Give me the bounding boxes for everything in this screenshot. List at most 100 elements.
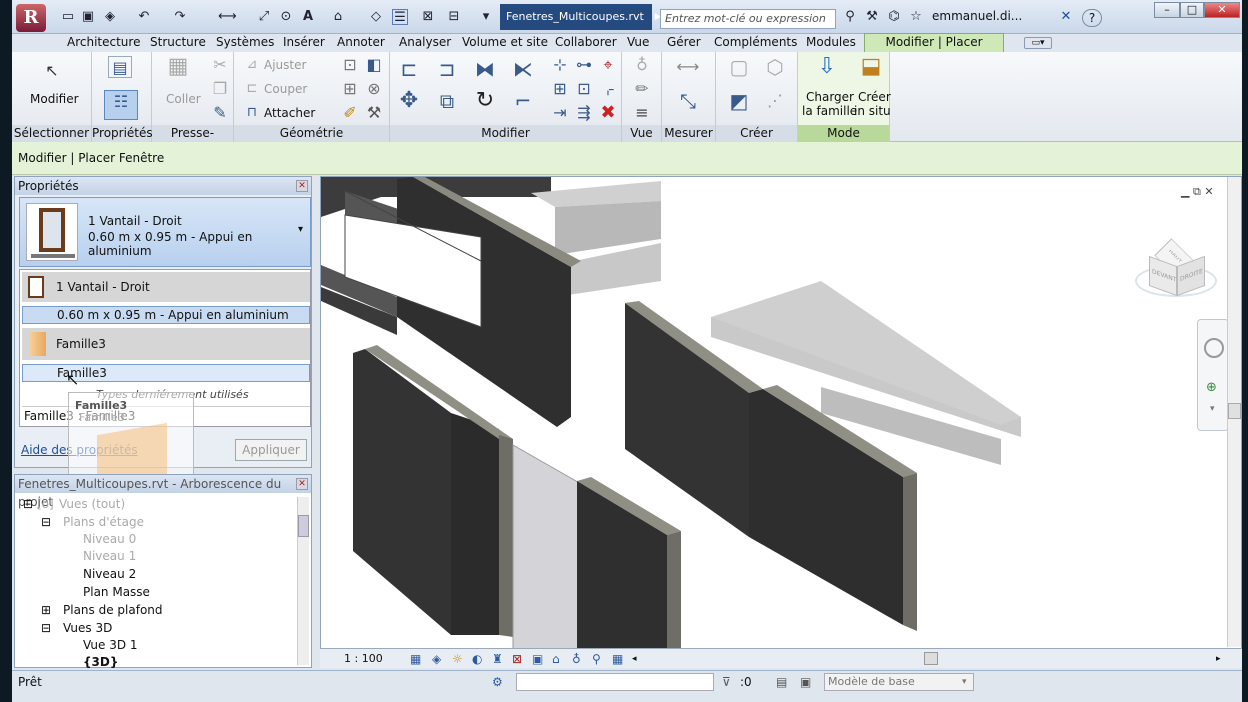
- tree-item-ceiling[interactable]: Plans de plafond: [63, 603, 163, 617]
- mirror-draw-icon[interactable]: ⧔: [508, 58, 538, 80]
- tree-item-views[interactable]: Vues (tout): [59, 497, 125, 511]
- trim-multiple-icon[interactable]: ⇶: [572, 102, 596, 124]
- couper-button[interactable]: Couper: [264, 82, 307, 96]
- move-icon[interactable]: ✥: [394, 90, 424, 112]
- in-place-label-1[interactable]: Créer: [858, 90, 891, 104]
- maximize-button[interactable]: □: [1180, 2, 1204, 18]
- tab-systems[interactable]: Systèmes: [216, 34, 274, 52]
- create-assembly-icon[interactable]: ▢: [724, 56, 754, 78]
- render-icon[interactable]: ♜: [492, 649, 503, 669]
- crop-view-icon[interactable]: ⊠: [512, 649, 522, 669]
- tree-item-site[interactable]: Plan Masse: [83, 585, 150, 599]
- shadows-icon[interactable]: ◐: [472, 649, 482, 669]
- binoculars-icon[interactable]: ⚲: [842, 9, 858, 25]
- delete-icon[interactable]: ✖: [596, 102, 620, 124]
- linework-view-icon[interactable]: ≡: [630, 102, 654, 124]
- type-dropdown-arrow-icon[interactable]: ▾: [298, 224, 303, 235]
- split-icon[interactable]: ⊹: [548, 54, 572, 76]
- demolish-icon[interactable]: ⊗: [362, 78, 386, 100]
- crop-region-icon[interactable]: ▣: [532, 649, 543, 669]
- username[interactable]: emmanuel.di...: [932, 9, 1022, 23]
- tab-modules[interactable]: Modules: [806, 34, 856, 52]
- create-similar-icon[interactable]: ⋰: [760, 90, 790, 112]
- undo-icon[interactable]: ↶: [136, 9, 152, 25]
- tab-view[interactable]: Vue: [627, 34, 649, 52]
- visual-style-icon[interactable]: ◈: [432, 649, 441, 669]
- tab-modify-place-window[interactable]: Modifier | Placer Fenêtre: [864, 33, 1004, 66]
- sun-path-icon[interactable]: ☼: [452, 649, 463, 669]
- ajuster-button[interactable]: Ajuster: [264, 58, 306, 72]
- qat-dropdown-icon[interactable]: ▾: [478, 9, 494, 25]
- save-icon[interactable]: ▣: [80, 9, 96, 25]
- tree-item-3d-views[interactable]: Vues 3D: [63, 621, 112, 635]
- view-vertical-scrollbar[interactable]: [1227, 177, 1241, 647]
- subscription-icon[interactable]: ⚒: [864, 9, 880, 25]
- tree-collapse-icon[interactable]: ⊟: [41, 515, 51, 529]
- tree-collapse-icon[interactable]: ⊟: [41, 621, 51, 635]
- close-properties-icon[interactable]: ✕: [296, 180, 308, 192]
- modify-button[interactable]: Modifier: [30, 92, 79, 106]
- offset-icon[interactable]: ⊐: [432, 58, 462, 80]
- tab-architecture[interactable]: Architecture: [67, 34, 140, 52]
- tab-insert[interactable]: Insérer: [283, 34, 325, 52]
- tab-analyze[interactable]: Analyser: [399, 34, 451, 52]
- tab-collaborate[interactable]: Collaborer: [555, 34, 617, 52]
- 3d-view-canvas[interactable]: HAUT DEVANT DROITE ▁ ⧉ ✕ ⊕ ▾: [320, 176, 1242, 666]
- browser-scrollbar[interactable]: [297, 497, 309, 665]
- lightbulb-icon[interactable]: ♁: [630, 54, 654, 76]
- tab-structure[interactable]: Structure: [150, 34, 206, 52]
- view-restore-icon[interactable]: ⧉: [1193, 185, 1201, 198]
- type-option-1[interactable]: 0.60 m x 0.95 m - Appui en aluminium: [22, 306, 310, 324]
- application-menu-button[interactable]: R: [16, 4, 46, 32]
- measure-icon[interactable]: ⟷: [218, 9, 237, 25]
- analytical-icon[interactable]: ▦: [612, 649, 623, 669]
- nav-dropdown-icon[interactable]: ▾: [1210, 404, 1215, 414]
- create-group-icon[interactable]: ◩: [724, 90, 754, 112]
- communication-icon[interactable]: ⌬: [886, 9, 902, 25]
- filter-icon[interactable]: ⊽: [722, 671, 731, 693]
- hammer-icon[interactable]: ⚒: [362, 102, 386, 124]
- pin-icon[interactable]: ⌌: [596, 78, 620, 100]
- text-icon[interactable]: A: [300, 9, 316, 25]
- switch-windows-icon[interactable]: ⊟: [446, 9, 462, 25]
- linework-icon[interactable]: ✐: [338, 102, 362, 124]
- view-close-icon[interactable]: ✕: [1204, 185, 1213, 198]
- copy-icon[interactable]: ❐: [208, 78, 232, 100]
- load-family-icon[interactable]: ⇩: [812, 56, 842, 78]
- type-properties-icon[interactable]: ▤: [108, 56, 132, 78]
- load-family-label-2[interactable]: la famille: [802, 104, 857, 118]
- tree-item-floor-plans[interactable]: Plans d'étage: [63, 515, 144, 529]
- reveal-hidden-icon[interactable]: ⚲: [592, 649, 601, 669]
- split-face-icon[interactable]: ⊡: [338, 54, 362, 76]
- search-input[interactable]: Entrez mot-clé ou expression: [660, 9, 836, 29]
- tab-addins[interactable]: Compléments: [714, 34, 797, 52]
- open-icon[interactable]: ▭: [60, 9, 76, 25]
- sync-icon[interactable]: ◈: [102, 9, 118, 25]
- paint-icon[interactable]: ◧: [362, 54, 386, 76]
- panel-title-select[interactable]: Sélectionner: [12, 125, 91, 142]
- unpin-icon[interactable]: ⌖: [596, 54, 620, 76]
- create-parts-icon[interactable]: ⬡: [760, 56, 790, 78]
- tab-massing[interactable]: Volume et site: [462, 34, 548, 52]
- steering-wheel-icon[interactable]: [1204, 338, 1224, 358]
- trim-icon[interactable]: ⌐: [508, 90, 538, 112]
- tab-manage[interactable]: Gérer: [667, 34, 701, 52]
- paste-button[interactable]: Coller: [166, 92, 201, 106]
- exchange-x-icon[interactable]: ✕: [1058, 9, 1074, 25]
- tree-collapse-icon[interactable]: ⊟: [23, 497, 33, 511]
- section-icon[interactable]: ◇: [368, 9, 384, 25]
- copy-elements-icon[interactable]: ⧉: [432, 90, 462, 112]
- tree-item-level0[interactable]: Niveau 0: [83, 532, 136, 546]
- workset-dropdown[interactable]: [516, 673, 714, 691]
- scroll-left-icon[interactable]: ◂: [632, 649, 637, 669]
- tab-annotate[interactable]: Annoter: [337, 34, 385, 52]
- split-gap-icon[interactable]: ⊶: [572, 54, 596, 76]
- 3d-view-icon[interactable]: ⌂: [330, 9, 346, 25]
- hide-isolate-icon[interactable]: ♁: [572, 649, 581, 669]
- minimize-button[interactable]: –: [1154, 2, 1180, 18]
- in-place-icon[interactable]: ⬓: [856, 56, 886, 78]
- scale-icon[interactable]: ⊡: [572, 78, 596, 100]
- tree-item-3d-default[interactable]: {3D}: [83, 655, 118, 669]
- lock-view-icon[interactable]: ⌂: [552, 649, 560, 669]
- view-scale[interactable]: 1 : 100: [344, 649, 383, 669]
